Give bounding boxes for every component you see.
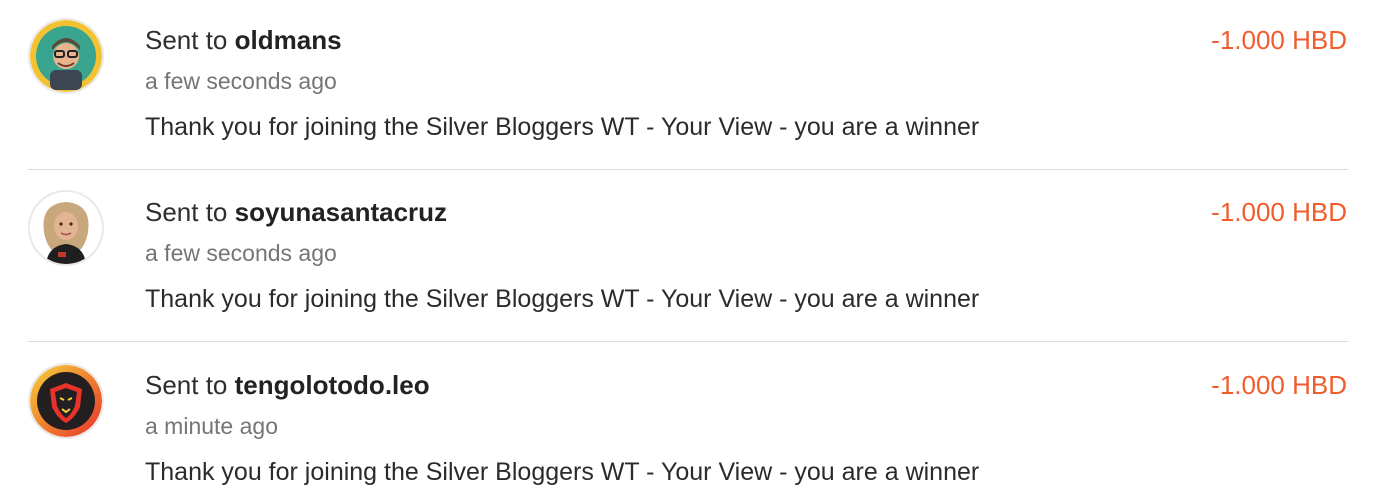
transfer-item: Sent to tengolotodo.leo a minute ago Tha… [0, 345, 1374, 500]
transfer-item: Sent to soyunasantacruz a few seconds ag… [0, 172, 1374, 344]
transfer-memo: Thank you for joining the Silver Blogger… [145, 113, 980, 141]
user-avatar[interactable] [28, 363, 104, 439]
recipient-username-link[interactable]: oldmans [235, 25, 342, 55]
avatar-oldmans-icon [30, 20, 102, 92]
transfer-title: Sent to tengolotodo.leo [145, 369, 430, 401]
user-avatar[interactable] [28, 18, 104, 94]
transfer-memo: Thank you for joining the Silver Blogger… [145, 458, 980, 486]
title-prefix: Sent to [145, 370, 228, 400]
avatar-tengolotodo-leo-icon [30, 365, 102, 437]
recipient-username-link[interactable]: soyunasantacruz [235, 197, 447, 227]
transfer-amount: -1.000 HBD [1211, 25, 1347, 55]
transfer-title: Sent to oldmans [145, 24, 342, 56]
transfer-title: Sent to soyunasantacruz [145, 196, 447, 228]
recipient-username-link[interactable]: tengolotodo.leo [235, 370, 430, 400]
transfer-amount: -1.000 HBD [1211, 197, 1347, 227]
transfer-timestamp: a minute ago [145, 413, 278, 439]
title-prefix: Sent to [145, 197, 228, 227]
transfer-memo: Thank you for joining the Silver Blogger… [145, 285, 980, 313]
user-avatar[interactable] [28, 190, 104, 266]
transfer-history-list: Sent to oldmans a few seconds ago Thank … [0, 0, 1374, 500]
transfer-amount: -1.000 HBD [1211, 370, 1347, 400]
transfer-item: Sent to oldmans a few seconds ago Thank … [0, 0, 1374, 172]
divider [28, 341, 1348, 342]
transfer-timestamp: a few seconds ago [145, 68, 337, 94]
transfer-timestamp: a few seconds ago [145, 240, 337, 266]
divider [28, 169, 1348, 170]
title-prefix: Sent to [145, 25, 228, 55]
avatar-soyunasantacruz-icon [30, 192, 102, 264]
